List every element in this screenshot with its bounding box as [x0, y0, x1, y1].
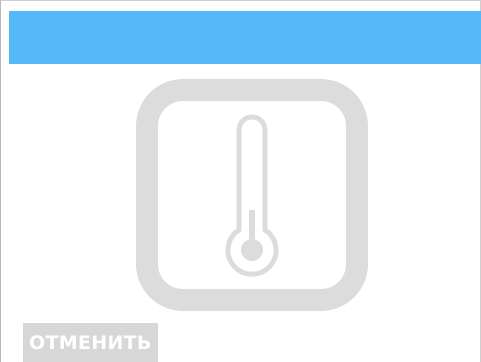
cancel-button[interactable]: ОТМЕНИТЬ: [23, 323, 158, 362]
header-bar: [9, 11, 481, 64]
thermometer-illustration: [135, 78, 369, 312]
thermometer-icon: [136, 79, 368, 311]
dialog-window: ОТМЕНИТЬ: [0, 0, 481, 362]
